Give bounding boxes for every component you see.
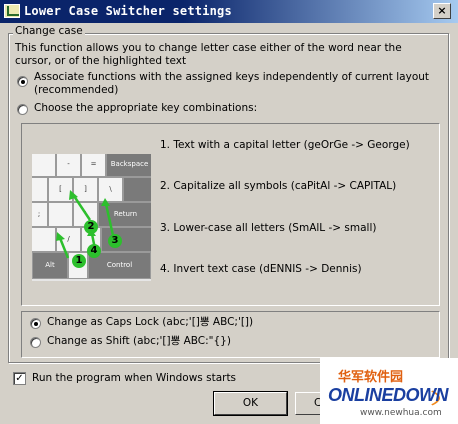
watermark-cn-text: 华军软件园 — [338, 370, 404, 385]
run-at-startup-checkbox[interactable]: ✓ — [13, 372, 26, 385]
marker-2: 2 — [84, 220, 98, 234]
choose-combinations-label[interactable]: Choose the appropriate key combinations: — [34, 102, 257, 115]
associate-label[interactable]: Associate functions with the assigned ke… — [34, 71, 434, 97]
marker-3: 3 — [108, 234, 122, 248]
ok-button[interactable]: OK — [213, 391, 288, 416]
app-icon — [4, 4, 20, 18]
watermark-logo: 华军软件园 ONLINEDOWN www.newhua.com — [320, 358, 458, 424]
title-bar[interactable]: Lower Case Switcher settings × — [0, 0, 458, 23]
function-2-text: 2. Capitalize all symbols (caPitAl -> CA… — [160, 180, 397, 192]
settings-window: Lower Case Switcher settings × Change ca… — [0, 0, 458, 424]
group-label: Change case — [13, 25, 85, 37]
shift-label[interactable]: Change as Shift (abc;'[]뽕 ABC:"{}) — [47, 335, 231, 348]
keyboard-illustration: - = Backspace [ ] \ ; ' Return / Alt Con… — [32, 154, 151, 281]
function-4-text: 4. Invert text case (dENNIS -> Dennis) — [160, 263, 362, 275]
caps-lock-label[interactable]: Change as Caps Lock (abc;'[]뽕 ABC;'[]) — [47, 316, 253, 329]
choose-combinations-radio[interactable] — [17, 104, 28, 115]
watermark-url: www.newhua.com — [360, 408, 442, 418]
watermark-brand: ONLINEDOWN — [328, 385, 449, 405]
shortcut-arrows — [56, 190, 116, 259]
window-title: Lower Case Switcher settings — [24, 4, 232, 18]
shift-radio[interactable] — [30, 337, 41, 348]
function-3-text: 3. Lower-case all letters (SmAlL -> smal… — [160, 222, 377, 234]
function-1-text: 1. Text with a capital letter (geOrGe ->… — [160, 139, 410, 151]
associate-radio[interactable] — [17, 76, 28, 87]
marker-1: 1 — [72, 254, 86, 268]
caps-lock-radio[interactable] — [30, 318, 41, 329]
marker-4: 4 — [87, 244, 101, 258]
run-at-startup-label[interactable]: Run the program when Windows starts — [32, 372, 236, 385]
description-text: This function allows you to change lette… — [15, 42, 402, 67]
close-button[interactable]: × — [433, 3, 451, 19]
